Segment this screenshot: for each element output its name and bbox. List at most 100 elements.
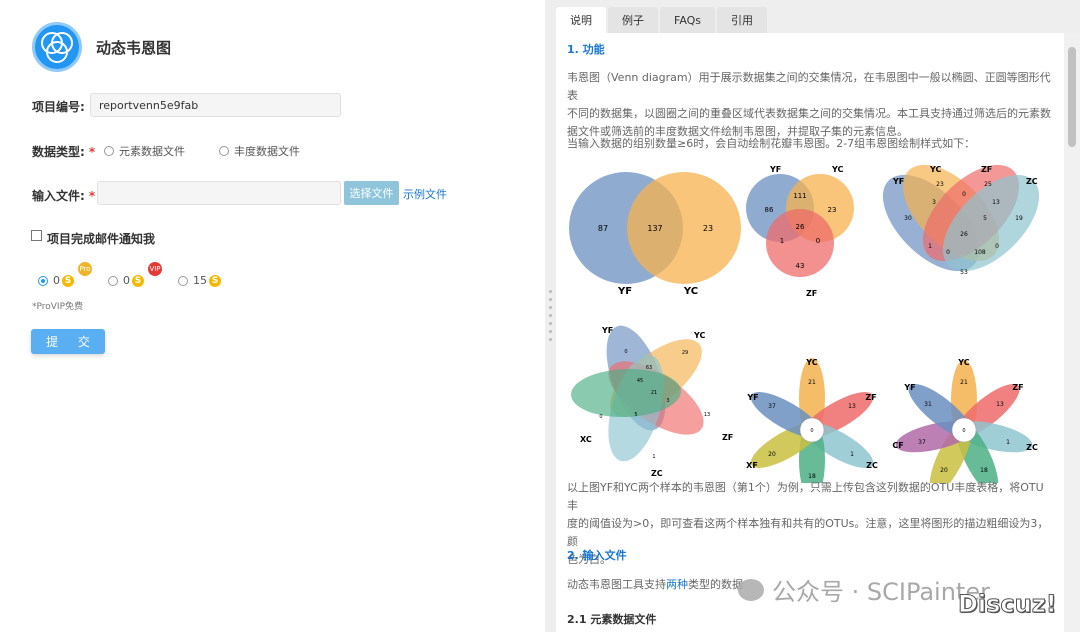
venn2-label: YC	[683, 286, 698, 297]
grip-dot	[549, 290, 552, 293]
venn7-value: 18	[980, 467, 988, 474]
venn4-value: 5	[983, 215, 987, 222]
venn-logo-icon	[32, 22, 82, 72]
discuz-watermark: Discuz!	[958, 590, 1058, 619]
radio-circle[interactable]	[38, 275, 48, 286]
venn7-label: YF	[903, 383, 915, 392]
venn6-label: XF	[746, 461, 758, 470]
tool-form-panel: 动态韦恩图 项目编号: 数据类型:* 元素数据文件 丰度数据文件 输入文件:* …	[0, 0, 545, 632]
submit-button[interactable]: 提 交	[31, 329, 105, 354]
email-notify-label: 项目完成邮件通知我	[47, 232, 156, 246]
venn7-center: 0	[962, 428, 965, 434]
price-option-paid[interactable]: 15 S	[178, 274, 221, 287]
venn4-value: 23	[936, 181, 944, 188]
venn5-label: YC	[693, 331, 706, 340]
venn4-value: 0	[995, 243, 999, 250]
venn7-value: 13	[996, 401, 1004, 408]
venn5-value: 0	[624, 349, 627, 355]
venn3-label: ZF	[806, 289, 817, 298]
vip-badge: VIP	[148, 262, 162, 276]
venn2-value: 23	[703, 224, 713, 233]
venn7-label: CF	[892, 441, 903, 450]
provip-note: *ProVIP免费	[32, 302, 84, 312]
radio-circle[interactable]	[219, 146, 229, 156]
venn3-label: YC	[831, 165, 844, 174]
venn2-value: 137	[647, 224, 662, 233]
venn5-value: 63	[646, 365, 652, 371]
radio-circle[interactable]	[108, 275, 118, 286]
venn6-label: ZF	[865, 393, 876, 402]
venn7-label: ZC	[1026, 443, 1038, 452]
panel-resize-handle[interactable]	[545, 0, 556, 632]
venn4-label: ZC	[1026, 177, 1038, 186]
price-option-vip[interactable]: 0 S	[108, 274, 144, 287]
venn6-value: 20	[768, 451, 776, 458]
docs-panel: 说明 例子 FAQs 引用 1. 功能 韦恩图（Venn diagram）用于展…	[556, 0, 1080, 632]
venn4-value: 19	[1015, 215, 1023, 222]
choose-file-button[interactable]: 选择文件	[344, 181, 399, 205]
venn4-value: 3	[932, 199, 936, 206]
venn7-label: YC	[957, 358, 970, 367]
venn4-label: YF	[892, 177, 904, 186]
venn3-value: 111	[793, 192, 806, 200]
venn2-label: YF	[617, 286, 632, 297]
scroll-thumb[interactable]	[1068, 47, 1076, 147]
venn6-value: 21	[808, 379, 816, 386]
tab-description[interactable]: 说明	[556, 7, 606, 33]
radio-abundance-data[interactable]: 丰度数据文件	[219, 143, 300, 159]
venn6-label: ZC	[866, 461, 878, 470]
venn7-value: 1	[1006, 439, 1010, 446]
venn-4-set: YF YC ZF ZC 30 23 25 19 3 0 13 5 26 1 0 …	[882, 164, 1040, 276]
venn4-value: 53	[960, 269, 968, 276]
file-path-input[interactable]	[97, 181, 341, 205]
example-file-link[interactable]: 示例文件	[403, 186, 447, 202]
tab-examples[interactable]: 例子	[608, 7, 658, 33]
venn4-value: 13	[992, 199, 1000, 206]
venn7-value: 21	[960, 379, 968, 386]
file-label: 输入文件: *	[32, 189, 96, 203]
venn3-value: 86	[765, 206, 774, 214]
venn5-value: 13	[704, 412, 710, 418]
tab-citation[interactable]: 引用	[717, 7, 768, 33]
price-option-pro[interactable]: 0 S	[38, 274, 74, 287]
tab-faqs[interactable]: FAQs	[660, 7, 716, 33]
project-label: 项目编号:	[32, 100, 85, 114]
venn3-value: 0	[816, 237, 820, 245]
venn3-value: 26	[796, 223, 805, 231]
email-notify-checkbox[interactable]	[31, 230, 42, 241]
venn5-label: YF	[601, 326, 613, 335]
docs-content: 1. 功能 韦恩图（Venn diagram）用于展示数据集之间的交集情况，在韦…	[556, 33, 1064, 632]
venn3-label: YF	[769, 165, 781, 174]
wechat-icon	[738, 578, 764, 601]
venn7-label: ZF	[1012, 383, 1023, 392]
grip-dot	[549, 322, 552, 325]
venn5-label: ZF	[722, 433, 733, 442]
venn3-value: 43	[796, 262, 805, 270]
venn6-center: 0	[810, 428, 813, 434]
project-id-input[interactable]	[90, 93, 341, 117]
radio-circle[interactable]	[178, 275, 188, 286]
section-title-function: 1. 功能	[567, 43, 605, 56]
venn-3-set: YF YC ZF 86 111 23 26 1 0 43	[746, 165, 854, 298]
venn5-value: 29	[682, 350, 688, 356]
venn5-label: XC	[580, 435, 592, 444]
coin-icon: S	[132, 274, 144, 287]
venn3-value: 23	[828, 206, 837, 214]
venn4-value: 26	[960, 231, 968, 238]
venn-6-flower: 0 YC ZF ZC XC XF YF 21 13 1 18 20 37	[746, 358, 878, 483]
venn4-value: 108	[974, 249, 986, 256]
venn5-label: ZC	[651, 469, 663, 478]
venn6-value: 37	[768, 403, 776, 410]
venn5-value: 5	[634, 412, 637, 418]
venn-examples-figure: 87 137 23 YF YC YF YC ZF 86 111 23 26 1 …	[569, 164, 1040, 483]
radio-circle[interactable]	[104, 146, 114, 156]
section-title-input-file: 2. 输入文件	[567, 549, 627, 562]
flower-note-paragraph: 当输入数据的组别数量≥6时，会自动绘制花瓣韦恩图。2-7组韦恩图绘制样式如下：	[567, 137, 976, 150]
datatype-label: 数据类型: *	[32, 145, 96, 159]
docs-scrollbar[interactable]	[1064, 33, 1080, 632]
venn2-value: 87	[598, 224, 608, 233]
venn6-value: 13	[848, 403, 856, 410]
venn6-label: YF	[746, 393, 758, 402]
venn4-label: ZF	[981, 165, 992, 174]
radio-element-data[interactable]: 元素数据文件	[104, 143, 185, 159]
